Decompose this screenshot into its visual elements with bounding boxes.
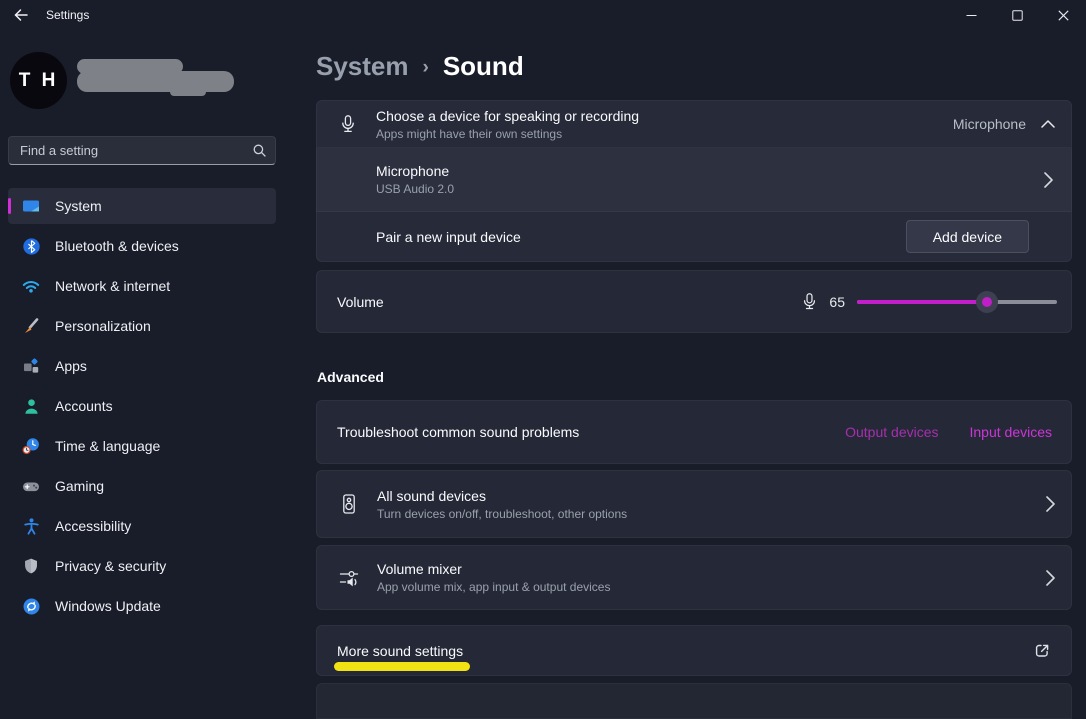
microphone-device-row[interactable]: Microphone USB Audio 2.0 [316, 148, 1072, 212]
more-sound-settings-row[interactable]: More sound settings [316, 625, 1072, 676]
paintbrush-icon [21, 316, 41, 336]
sidebar-item-label: Windows Update [55, 598, 161, 614]
volume-value: 65 [829, 294, 845, 310]
main-content: System › Sound Choose a device for speak… [316, 30, 1072, 689]
output-devices-link[interactable]: Output devices [845, 424, 938, 440]
sidebar-item-label: Bluetooth & devices [55, 238, 179, 254]
search-input[interactable] [8, 136, 276, 165]
volume-label: Volume [337, 294, 384, 310]
next-card-partial [316, 683, 1072, 719]
update-icon [21, 596, 41, 616]
more-sound-settings-label: More sound settings [337, 643, 463, 659]
external-link-icon [1033, 642, 1051, 660]
device-chooser-header-row[interactable]: Choose a device for speaking or recordin… [316, 100, 1072, 148]
sidebar-item-label: Gaming [55, 478, 104, 494]
redacted-scribble [170, 88, 206, 96]
sidebar-item-time-language[interactable]: Time & language [8, 428, 276, 464]
sidebar-item-label: Privacy & security [55, 558, 166, 574]
chevron-right-icon [1046, 496, 1055, 512]
wifi-icon [21, 276, 41, 296]
sidebar-item-bluetooth-devices[interactable]: Bluetooth & devices [8, 228, 276, 264]
breadcrumb-separator: › [423, 57, 429, 79]
volume-mixer-title: Volume mixer [377, 561, 610, 577]
sidebar-item-label: Accounts [55, 398, 113, 414]
close-button[interactable] [1040, 0, 1086, 30]
bluetooth-icon [21, 236, 41, 256]
microphone-icon [338, 114, 358, 134]
device-description: USB Audio 2.0 [376, 182, 454, 196]
sidebar-item-label: System [55, 198, 102, 214]
pair-device-label: Pair a new input device [376, 229, 521, 245]
shield-icon [21, 556, 41, 576]
volume-card: Volume 65 [316, 270, 1072, 333]
sidebar-item-label: Time & language [55, 438, 160, 454]
add-device-button[interactable]: Add device [906, 220, 1029, 253]
volume-mixer-subtitle: App volume mix, app input & output devic… [377, 580, 610, 594]
speaker-cabinet-icon [338, 493, 360, 515]
volume-mixer-icon [338, 567, 360, 589]
system-icon [21, 196, 41, 216]
gamepad-icon [21, 476, 41, 496]
advanced-section-heading: Advanced [317, 369, 384, 385]
sidebar: T H System Bluetooth & devices [0, 30, 300, 689]
back-button[interactable] [0, 0, 42, 30]
chevron-up-icon[interactable] [1041, 120, 1055, 128]
clock-globe-icon [21, 436, 41, 456]
all-sound-devices-title: All sound devices [377, 488, 627, 504]
volume-mixer-row[interactable]: Volume mixer App volume mix, app input &… [316, 545, 1072, 610]
all-sound-devices-row[interactable]: All sound devices Turn devices on/off, t… [316, 470, 1072, 538]
troubleshoot-label: Troubleshoot common sound problems [337, 424, 579, 440]
volume-slider-fill [857, 300, 987, 304]
sidebar-item-gaming[interactable]: Gaming [8, 468, 276, 504]
sidebar-item-label: Accessibility [55, 518, 131, 534]
sidebar-item-label: Apps [55, 358, 87, 374]
sidebar-item-label: Personalization [55, 318, 151, 334]
microphone-small-icon [800, 292, 819, 311]
device-chooser-title: Choose a device for speaking or recordin… [376, 108, 639, 124]
sidebar-item-accounts[interactable]: Accounts [8, 388, 276, 424]
slider-thumb-dot [982, 297, 992, 307]
sidebar-item-system[interactable]: System [8, 188, 276, 224]
chevron-right-icon [1044, 172, 1053, 188]
sidebar-item-label: Network & internet [55, 278, 170, 294]
user-profile[interactable]: T H [10, 48, 290, 112]
volume-slider-thumb[interactable] [976, 291, 998, 313]
apps-icon [21, 356, 41, 376]
search-box [8, 136, 276, 165]
input-device-chooser-card: Choose a device for speaking or recordin… [316, 100, 1072, 262]
sidebar-nav: System Bluetooth & devices Network & int… [8, 188, 276, 628]
annotation-highlight-underline [334, 662, 470, 671]
sidebar-item-personalization[interactable]: Personalization [8, 308, 276, 344]
chevron-right-icon [1046, 570, 1055, 586]
pair-input-device-row: Pair a new input device Add device [316, 212, 1072, 262]
page-title: Sound [443, 51, 524, 82]
window-title: Settings [46, 8, 89, 22]
search-icon [252, 143, 267, 158]
breadcrumb: System › Sound [316, 51, 524, 82]
accessibility-person-icon [21, 516, 41, 536]
back-arrow-icon [13, 7, 29, 23]
avatar: T H [10, 52, 67, 109]
volume-slider[interactable] [857, 291, 1057, 313]
sidebar-item-accessibility[interactable]: Accessibility [8, 508, 276, 544]
input-devices-link[interactable]: Input devices [970, 424, 1053, 440]
selected-device-value: Microphone [953, 116, 1026, 132]
troubleshoot-card: Troubleshoot common sound problems Outpu… [316, 400, 1072, 464]
breadcrumb-system[interactable]: System [316, 51, 409, 82]
person-icon [21, 396, 41, 416]
sidebar-item-privacy-security[interactable]: Privacy & security [8, 548, 276, 584]
maximize-button[interactable] [994, 0, 1040, 30]
titlebar: Settings [0, 0, 1086, 30]
window-controls [948, 0, 1086, 30]
all-sound-devices-subtitle: Turn devices on/off, troubleshoot, other… [377, 507, 627, 521]
sidebar-item-network-internet[interactable]: Network & internet [8, 268, 276, 304]
device-name: Microphone [376, 163, 454, 179]
minimize-button[interactable] [948, 0, 994, 30]
redacted-user-email [77, 71, 234, 92]
sidebar-item-apps[interactable]: Apps [8, 348, 276, 384]
device-chooser-subtitle: Apps might have their own settings [376, 127, 639, 141]
selected-accent-pill [8, 198, 11, 214]
sidebar-item-windows-update[interactable]: Windows Update [8, 588, 276, 624]
